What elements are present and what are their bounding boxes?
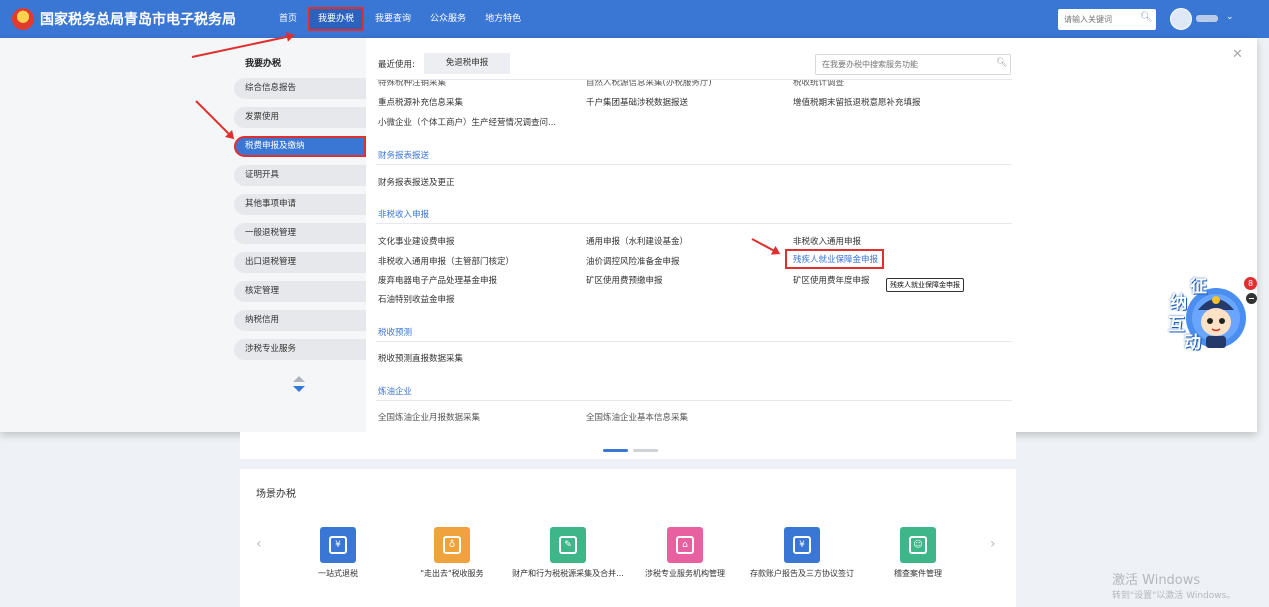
scene-tile[interactable]: ¥ 存款账户报告及三方协议签订 [742, 527, 862, 579]
disabled-employment-fund-link[interactable]: 残疾人就业保障金申报 [785, 249, 885, 269]
service-link[interactable]: 文化事业建设费申报 [378, 235, 455, 247]
divider [376, 341, 1012, 342]
chevron-right-icon[interactable]: › [990, 536, 996, 552]
category-item[interactable]: 涉税专业服务 [234, 339, 366, 360]
service-search-input[interactable] [815, 54, 1011, 75]
category-sidebar: 我要办税 综合信息报告 发票使用 税费申报及缴纳 证明开具 其他事项申请 一般退… [0, 38, 366, 432]
site-title: 国家税务总局青岛市电子税务局 [40, 12, 236, 28]
category-item[interactable]: 一般退税管理 [234, 223, 366, 244]
widget-char: 互 [1168, 315, 1185, 335]
service-panel: 最近使用: 免退税申报 🔍︎ ✕ 特殊税种注销采集 自然人税源信息采集(办税服务… [366, 38, 1257, 432]
service-link[interactable]: 特殊税种注销采集 [378, 80, 446, 88]
service-link[interactable]: 全国炼油企业基本信息采集 [586, 411, 688, 423]
section-title: 炼油企业 [378, 387, 413, 397]
scene-title: 场景办税 [256, 489, 296, 500]
service-link[interactable]: 增值税期末留抵退税意愿补充填报 [793, 96, 921, 108]
carousel-dot[interactable] [633, 449, 658, 452]
divider [376, 400, 1012, 401]
category-item[interactable]: 其他事项申请 [234, 194, 366, 215]
section-title: 非税收入申报 [378, 210, 430, 220]
chevron-left-icon[interactable]: ‹ [256, 536, 262, 552]
recent-label: 最近使用: [378, 60, 415, 70]
service-link[interactable]: 全国炼油企业月报数据采集 [378, 411, 480, 423]
service-link[interactable]: 财务报表报送及更正 [378, 176, 455, 188]
widget-char: 动 [1184, 333, 1201, 353]
scroll-up-icon[interactable] [293, 376, 305, 382]
search-icon[interactable]: 🔍︎ [1140, 12, 1153, 23]
service-link[interactable]: 重点税源补充信息采集 [378, 96, 463, 108]
link-tooltip: 残疾人就业保障金申报 [886, 278, 964, 292]
nav-home[interactable]: 首页 [271, 7, 305, 31]
close-icon[interactable]: ✕ [1232, 47, 1243, 62]
tile-label: 一站式退税 [318, 569, 358, 578]
scene-tile[interactable]: ⌂ 涉税专业服务机构管理 [625, 527, 745, 579]
scene-tile[interactable]: ♁ "走出去"税收服务 [392, 527, 512, 579]
tile-label: 存款账户报告及三方协议签订 [750, 569, 854, 578]
notification-badge: 8 [1244, 277, 1257, 290]
nav-do-tax[interactable]: 我要办税 [308, 7, 365, 31]
category-item[interactable]: 核定管理 [234, 281, 366, 302]
scene-tile[interactable]: ☺ 稽查案件管理 [858, 527, 978, 579]
service-link[interactable]: 废弃电器电子产品处理基金申报 [378, 274, 497, 286]
service-link[interactable]: 石油特别收益金申报 [378, 293, 455, 305]
banner-card [240, 432, 1016, 459]
do-tax-mega-menu: 我要办税 综合信息报告 发票使用 税费申报及缴纳 证明开具 其他事项申请 一般退… [0, 38, 1257, 432]
service-link[interactable]: 税收统计调查 [793, 80, 844, 88]
category-title: 我要办税 [245, 59, 282, 69]
carousel-dot-active[interactable] [603, 449, 628, 452]
service-link[interactable]: 税收预测直报数据采集 [378, 352, 463, 364]
globe-icon: ♁ [434, 527, 470, 563]
category-item[interactable]: 纳税信用 [234, 310, 366, 331]
tile-label: 财产和行为税税源采集及合并... [512, 569, 624, 578]
yuan-shield-icon: ¥ [784, 527, 820, 563]
category-item[interactable]: 综合信息报告 [234, 78, 366, 99]
service-link[interactable]: 通用申报（水利建设基金） [586, 235, 688, 247]
nav-public-service[interactable]: 公众服务 [422, 7, 474, 31]
category-item[interactable]: 发票使用 [234, 107, 366, 128]
divider [376, 223, 1012, 224]
activation-watermark: 激活 Windows [1112, 573, 1201, 588]
divider [376, 79, 1012, 80]
edit-doc-icon: ✎ [550, 527, 586, 563]
tile-label: 稽查案件管理 [894, 569, 942, 578]
refund-icon: ¥ [320, 527, 356, 563]
service-link[interactable]: 自然人税源信息采集(办税服务厅) [586, 80, 712, 88]
building-icon: ⌂ [667, 527, 703, 563]
divider [376, 164, 1012, 165]
activation-watermark-hint: 转到"设置"以激活 Windows。 [1112, 591, 1236, 601]
service-link[interactable]: 千户集团基础涉税数据报送 [586, 96, 688, 108]
service-link[interactable]: 非税收入通用申报（主管部门核定） [378, 255, 514, 267]
tax-interaction-widget[interactable]: 征 纳 互 动 [1168, 272, 1246, 354]
scene-tile[interactable]: ¥ 一站式退税 [278, 527, 398, 579]
category-item[interactable]: 出口退税管理 [234, 252, 366, 273]
widget-char: 征 [1190, 277, 1207, 297]
section-title: 财务报表报送 [378, 151, 430, 161]
service-link[interactable]: 矿区使用费预缴申报 [586, 274, 663, 286]
user-name-masked[interactable] [1196, 15, 1218, 22]
service-link[interactable]: 小微企业（个体工商户）生产经营情况调查问... [378, 116, 556, 128]
site-logo[interactable]: 国家税务总局青岛市电子税务局 [12, 8, 257, 30]
tax-emblem-icon [12, 8, 34, 30]
chevron-down-icon[interactable]: ⌄ [1226, 12, 1234, 22]
service-link[interactable]: 矿区使用费年度申报 [793, 274, 870, 286]
scroll-down-icon[interactable] [293, 386, 305, 392]
person-card-icon: ☺ [900, 527, 936, 563]
search-icon[interactable]: 🔍︎ [996, 58, 1007, 68]
scene-tile[interactable]: ✎ 财产和行为税税源采集及合并... [508, 527, 628, 579]
nav-local-features[interactable]: 地方特色 [477, 7, 529, 31]
minus-icon[interactable] [1246, 293, 1257, 304]
user-avatar[interactable] [1170, 8, 1192, 30]
tile-label: 涉税专业服务机构管理 [645, 569, 725, 578]
service-link[interactable]: 非税收入通用申报 [793, 235, 861, 247]
category-item[interactable]: 证明开具 [234, 165, 366, 186]
service-link[interactable]: 油价调控风险准备金申报 [586, 255, 680, 267]
nav-query[interactable]: 我要查询 [367, 7, 419, 31]
category-item-active[interactable]: 税费申报及缴纳 [234, 136, 366, 157]
tile-label: "走出去"税收服务 [420, 569, 484, 578]
recent-chip[interactable]: 免退税申报 [424, 53, 510, 74]
section-title: 税收预测 [378, 328, 413, 338]
main-nav: 首页 我要办税 我要查询 公众服务 地方特色 [271, 0, 532, 38]
